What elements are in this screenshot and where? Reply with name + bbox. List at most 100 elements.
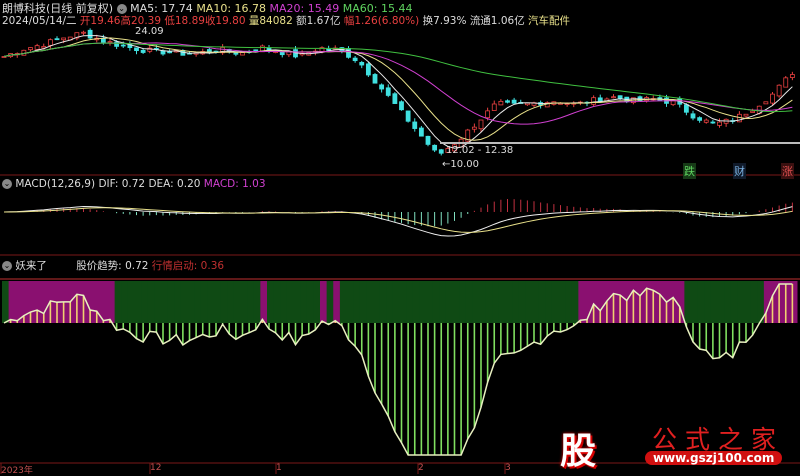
range-label: 12.02 - 12.38 [446,145,514,156]
trend-band [207,281,215,323]
candle [524,102,530,106]
turnover: 换7.93% [422,15,467,27]
candle [352,57,358,62]
candle [491,103,497,111]
trend-band [247,281,255,323]
candle [240,52,245,56]
trend-band [293,281,301,323]
candle [789,74,795,78]
trend-band [724,281,732,323]
chart-canvas[interactable] [0,0,800,474]
trend-band [472,281,480,323]
event-tag-finance[interactable]: 财 [733,163,746,179]
macd-header: ⌄ MACD(12,26,9) DIF: 0.72 DEA: 0.20 MACD… [2,178,266,190]
candle [379,84,385,90]
trend-band [386,281,394,323]
candle [776,84,782,97]
candle [253,49,259,52]
trend-band [326,281,334,323]
trend-band [300,281,308,323]
trend-band [220,281,228,323]
trend-band [465,281,473,323]
event-tag-up[interactable]: 涨 [781,163,794,179]
trend-band [412,281,420,323]
volume: 量84082 [248,15,293,27]
candle [438,149,444,154]
trend-band [790,281,798,323]
trend-band [505,281,513,323]
trend-band [233,281,241,323]
trend-band [498,281,506,323]
trend-band [273,281,281,323]
candle [279,51,285,56]
candle [743,113,749,117]
trend-band [35,281,43,323]
amount: 额1.67亿 [296,15,341,27]
trend-band [445,281,453,323]
trend-band [240,281,248,323]
trend-band [744,281,752,323]
trend-band [525,281,533,323]
float-shares: 流通1.06亿 [469,15,525,27]
trend-band [267,281,275,323]
candle [346,48,351,58]
trend-band [101,281,109,323]
trend-band [346,281,354,323]
event-tag-down[interactable]: 跌 [683,163,696,179]
trend-band [485,281,493,323]
trend-band [121,281,129,323]
candle [134,47,139,52]
candle [690,113,696,119]
low-price-value: 10.00 [450,159,480,170]
trend-value: 股价趋势: 0.72 [76,260,149,272]
trend-band [339,281,347,323]
trend-band [710,281,718,323]
quote-line: 2024/05/14/二 开19.46高20.39 低18.89收19.80 量… [2,13,570,28]
candle [425,135,431,145]
trend-band [777,281,785,323]
candle [703,119,709,123]
trend-band [750,281,758,323]
trend-band [379,281,387,323]
candle [617,95,623,99]
macd-title: MACD(12,26,9) [15,178,96,190]
trend-band [260,281,268,323]
trend-band [227,281,235,323]
candle [140,49,146,53]
trend-band [366,281,374,323]
high-price-label: 24.09 [135,26,164,37]
trend-band [174,281,182,323]
dif-value: DIF: 0.72 [98,178,146,190]
trend-band [406,281,414,323]
trend-band [114,281,122,323]
trend-band [730,281,738,323]
date: 2024/05/14/二 [2,15,77,27]
trend-band [611,281,619,323]
start-value: 行情启动: 0.36 [151,260,225,272]
trend-band [565,281,573,323]
dropdown-icon[interactable]: ⌄ [2,261,12,271]
trend-band [419,281,427,323]
candle [670,100,676,106]
trend-band [479,281,487,323]
trend-band [704,281,712,323]
candle [114,41,120,47]
macd-value: MACD: 1.03 [203,178,266,190]
candle [478,119,484,130]
trend-band [167,281,175,323]
x-tick: 12 [150,463,162,473]
dropdown-icon[interactable]: ⌄ [2,179,12,189]
candle [717,121,722,126]
trend-band [187,281,195,323]
trend-band [2,281,10,323]
candle [34,45,40,50]
watermark-url: www.gszj100.com [645,451,783,465]
candle [87,29,93,39]
trend-band [551,281,559,323]
trend-band [359,281,367,323]
candle [107,41,113,43]
trend-band [306,281,314,323]
indicator-title: 妖来了 [15,260,47,272]
x-tick: 3 [505,463,511,473]
candle [710,121,716,124]
